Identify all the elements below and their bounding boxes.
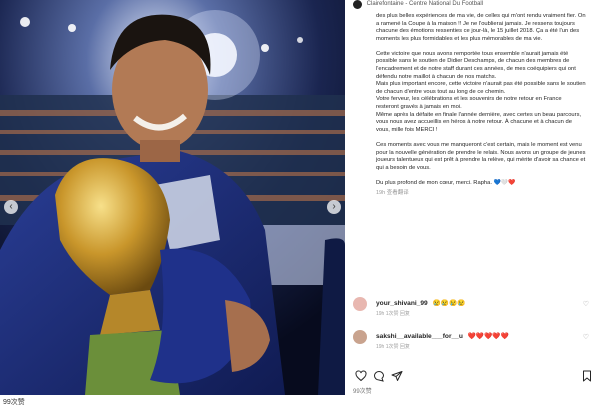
caption-meta[interactable]: 19h 查看翻译	[376, 190, 586, 198]
comment-meta[interactable]: 19h 1次赞 回复	[376, 310, 410, 317]
post-detail-panel: Clairefontaine - Centre National Du Foot…	[345, 0, 600, 395]
comment-username[interactable]: your_shivani_99	[376, 300, 428, 307]
footer-likes-count: 99次赞	[3, 399, 25, 406]
footer-bar: 99次赞	[0, 395, 600, 411]
player-with-trophy-image	[0, 0, 345, 395]
location-text[interactable]: Clairefontaine - Centre National Du Foot…	[367, 1, 483, 7]
post-header: Clairefontaine - Centre National Du Foot…	[353, 0, 483, 9]
caption-paragraph: Cette victoire que nous avons remportée …	[376, 50, 576, 80]
bookmark-icon[interactable]	[581, 370, 593, 382]
next-image-button[interactable]: ›	[327, 200, 341, 214]
post-photo[interactable]: ‹ ›	[0, 0, 345, 395]
comment-text: ❤️❤️❤️❤️❤️	[467, 333, 509, 340]
caption-paragraph: Du plus profond de mon cœur, merci. Raph…	[376, 179, 516, 186]
heart-icon[interactable]	[355, 370, 367, 382]
avatar[interactable]	[353, 330, 367, 344]
previous-image-button[interactable]: ‹	[4, 200, 18, 214]
send-icon[interactable]	[391, 370, 403, 382]
heart-icon[interactable]: ♡	[583, 300, 589, 308]
caption-paragraph: Ces moments avec vous me manqueront c'es…	[376, 141, 586, 171]
caption-paragraph: Mais plus important encore, cette victoi…	[376, 81, 586, 95]
heart-icon[interactable]: ♡	[583, 333, 589, 341]
post-caption: des plus belles expériences de ma vie, d…	[376, 13, 586, 198]
comment-meta[interactable]: 19h 1次赞 回复	[376, 343, 410, 350]
likes-count[interactable]: 99次赞	[353, 386, 372, 395]
comment-text: 😢😢😢😢	[432, 300, 466, 307]
caption-paragraph: des plus belles expériences de ma vie, d…	[376, 13, 586, 42]
avatar[interactable]	[353, 297, 367, 311]
caption-paragraph: Même après la défaite en finale l'année …	[376, 111, 582, 133]
comment-icon[interactable]	[373, 370, 385, 382]
post-actions	[353, 370, 598, 384]
comment-username[interactable]: sakshi__available___for__u	[376, 333, 463, 340]
avatar[interactable]	[353, 0, 362, 9]
caption-paragraph: Votre ferveur, les célébrations et les s…	[376, 96, 562, 111]
